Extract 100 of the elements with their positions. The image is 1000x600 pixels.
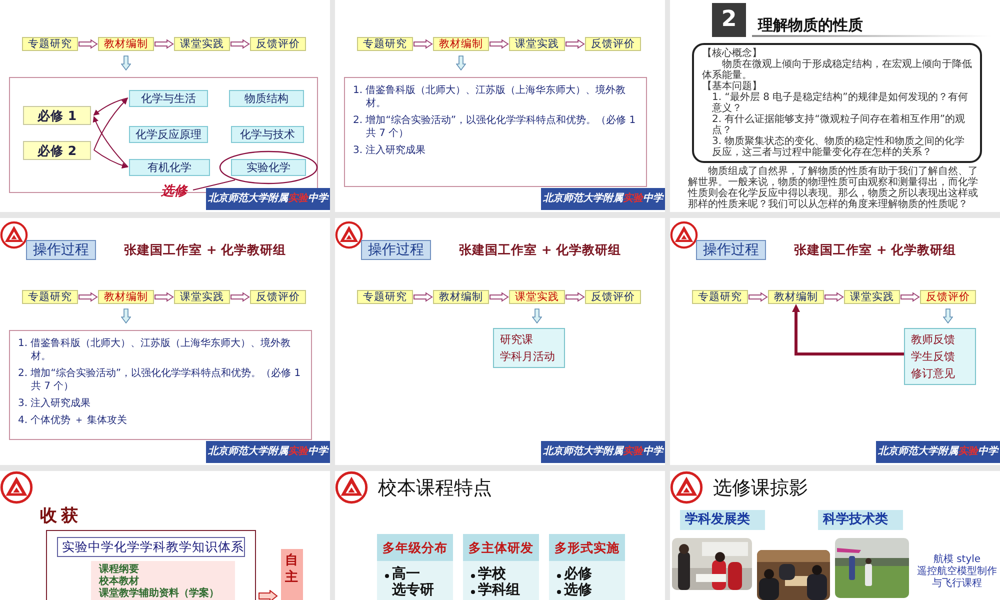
school-banner: 北京师范大学附属实验中学	[876, 441, 1000, 463]
down-arrow-icon	[121, 308, 131, 324]
bullet-text: 学校	[478, 566, 506, 582]
note-text: 学科月活动	[500, 349, 556, 365]
slide-title: 张建国工作室 + 化学教研组	[459, 242, 622, 258]
item-text: 课程纲要	[99, 564, 140, 576]
school-banner: 北京师范大学附属实验中学	[541, 441, 665, 463]
bullet-text: 必修	[564, 566, 592, 582]
body-paragraph: 物质组成了自然界，了解物质的性质有助于我们了解自然、了解世界。一般来说，物质的物理性质可由观察和测量得出，而化学性质则会在化学反应中得以表现。那么，物质之所以表现出这样或那样的性质来呢？我们可以从怎样的角度来理解物质的性质呢？	[688, 166, 979, 210]
slide-thumbnail[interactable]	[670, 0, 1000, 212]
note-text: 研究课	[500, 332, 534, 348]
process-step: 反馈评价	[585, 290, 641, 304]
slide-thumbnail[interactable]: 操作过程 张建国工作室 + 化学教研组 专题研究 教材编制 课堂实践 研究课 学科月活动 反馈评价 北京师范大学附属实验中学	[335, 218, 665, 465]
school-banner: 北京师范大学附属实验中学	[206, 441, 330, 463]
elective-module: 实验化学	[231, 159, 306, 176]
school-banner: 北京师范大学附属实验中学	[541, 188, 665, 210]
logo-icon	[335, 221, 363, 249]
process-step: 反馈评价	[250, 290, 306, 304]
arrow-icon	[413, 292, 433, 302]
arrow-icon	[565, 292, 585, 302]
process-step: 课堂实践	[174, 37, 230, 51]
elective-module: 有机化学	[129, 159, 210, 176]
process-step: 专题研究	[357, 37, 413, 51]
down-arrow-icon	[943, 308, 953, 324]
box-heading: 【核心概念】	[702, 48, 763, 59]
slide-title: 选修课掠影	[713, 476, 808, 500]
down-arrow-icon	[532, 308, 542, 324]
process-step: 教材编制	[768, 290, 824, 304]
arrow-icon	[78, 292, 98, 302]
required-module: 必修 2	[23, 141, 91, 160]
process-step: 专题研究	[357, 290, 413, 304]
process-step: 课堂实践	[509, 290, 565, 304]
box-heading: 【基本问题】	[702, 81, 763, 92]
slide-thumbnail[interactable]: 收获 实验中学化学学科教学知识体系 课程纲要 校本教材 课堂教学辅助资料（学案） 自主	[0, 471, 330, 600]
process-step: 教材编制	[433, 290, 489, 304]
list-item: 1. 借鉴鲁科版（北师大）、江苏版（上海华东师大）、境外教材。	[18, 337, 292, 363]
arrow-icon	[748, 292, 768, 302]
logo-icon	[0, 221, 28, 249]
logo-icon	[670, 471, 703, 504]
arrow-icon	[230, 292, 250, 302]
process-step: 专题研究	[692, 290, 748, 304]
slide-thumbnail[interactable]: 选修课掠影 学科发展类 科学技术类 航模 style 遥控航空模型制作与飞行课程	[670, 471, 1000, 600]
column-heading: 多年级分布	[377, 534, 453, 561]
process-step: 教材编制	[433, 37, 489, 51]
arrow-icon	[489, 292, 509, 302]
process-step: 教材编制	[98, 37, 154, 51]
bullet-text: 选修	[564, 582, 592, 598]
elective-module: 化学反应原理	[129, 126, 208, 143]
chapter-number: 2	[712, 3, 746, 37]
side-label: 自主	[281, 549, 303, 600]
slide-title: 张建国工作室 + 化学教研组	[794, 242, 956, 258]
process-step: 反馈评价	[920, 290, 976, 304]
required-module: 必修 1	[23, 106, 91, 125]
note-text: 教师反馈	[911, 332, 956, 348]
question-text: 3. 物质聚集状态的变化、物质的稳定性和物质之间的化学反应，这三者与过程中能量变化存在怎样的关系？	[711, 136, 966, 158]
arrow-icon	[78, 39, 98, 49]
category-label: 学科发展类	[680, 510, 765, 530]
down-arrow-icon	[121, 55, 131, 71]
category-label: 科学技术类	[818, 510, 903, 530]
question-text: 1. “最外层 8 电子是稳定结构”的规律是如何发现的？有何意义？	[711, 92, 969, 114]
arrow-icon	[154, 292, 174, 302]
elective-module: 物质结构	[229, 90, 304, 107]
slide-thumbnail[interactable]: 校本课程特点 多年级分布 高一 选专研 多主体研发 学校 学科组 多形式实施 必修 选修	[335, 471, 665, 600]
column-heading: 多形式实施	[549, 534, 625, 561]
process-step: 课堂实践	[844, 290, 900, 304]
slide-thumbnail[interactable]: 操作过程 张建国工作室 + 化学教研组 专题研究 教材编制 课堂实践 反馈评价 教师反馈 学生反馈 修订意见 北京师范大学附属实验中学	[670, 218, 1000, 465]
photo-caption: 遥控航空模型制作与飞行课程	[916, 566, 998, 590]
slide-thumbnail[interactable]: 专题研究 教材编制 课堂实践 反馈评价 必修 1 必修 2 化学与生活 物质结构 化学反应原理 化学与技术 有机化学 实验化学 选修 北京师范大学附属实验中学	[0, 0, 330, 212]
system-title: 实验中学化学学科教学知识体系	[57, 537, 245, 557]
section-badge: 操作过程	[26, 240, 96, 260]
process-step: 反馈评价	[250, 37, 306, 51]
right-arrow-icon	[258, 590, 278, 600]
column-heading: 多主体研发	[463, 534, 539, 561]
item-text: 课堂教学辅助资料（学案）	[99, 588, 220, 600]
elective-module: 化学与技术	[231, 126, 304, 143]
slide-thumbnail[interactable]: 操作过程 张建国工作室 + 化学教研组 专题研究 教材编制 课堂实践 反馈评价 1. 借鉴鲁科版（北师大）、江苏版（上海华东师大）、境外教材。 2. 增加“综合实验活动”，以强化化学学科特点和优势。（必修 1 共 7 个） 3. 注入研究成果 4. 个体优势 ＋ 集体攻关 北京师范大学附属实验中学	[0, 218, 330, 465]
slide-title: 校本课程特点	[378, 476, 492, 500]
chapter-title: 理解物质的性质	[758, 15, 863, 36]
list-item: 3. 注入研究成果	[18, 397, 92, 410]
slide-thumbnail[interactable]: 专题研究 教材编制 课堂实践 反馈评价 1. 借鉴鲁科版（北师大）、江苏版（上海华东师大）、境外教材。 2. 增加“综合实验活动”，以强化化学学科特点和优势。（必修 1 共 7 个） 3. 注入研究成果 北京师范大学附属实验中学	[335, 0, 665, 212]
school-banner: 北京师范大学附属实验中学	[206, 188, 330, 210]
arrow-icon	[824, 292, 844, 302]
process-step: 课堂实践	[174, 290, 230, 304]
list-item: 2. 增加“综合实验活动”，以强化化学学科特点和优势。（必修 1 共 7 个）	[18, 367, 302, 393]
arrow-icon	[230, 39, 250, 49]
note-text: 修订意见	[911, 366, 956, 382]
bullet-text: 学科组	[478, 582, 520, 598]
item-text: 校本教材	[99, 576, 140, 588]
leader-line	[192, 180, 236, 190]
process-step: 专题研究	[22, 290, 78, 304]
logo-icon	[335, 471, 368, 504]
bullet-text: 高一	[392, 566, 420, 582]
photo-caption: 航模 style	[932, 554, 982, 566]
arrow-icon	[900, 292, 920, 302]
arrow-icon	[489, 39, 509, 49]
bullet-text: 选专研	[392, 582, 434, 598]
process-step: 反馈评价	[585, 37, 641, 51]
down-arrow-icon	[456, 55, 466, 71]
process-step: 专题研究	[22, 37, 78, 51]
slide-title: 张建国工作室 + 化学教研组	[124, 242, 286, 258]
